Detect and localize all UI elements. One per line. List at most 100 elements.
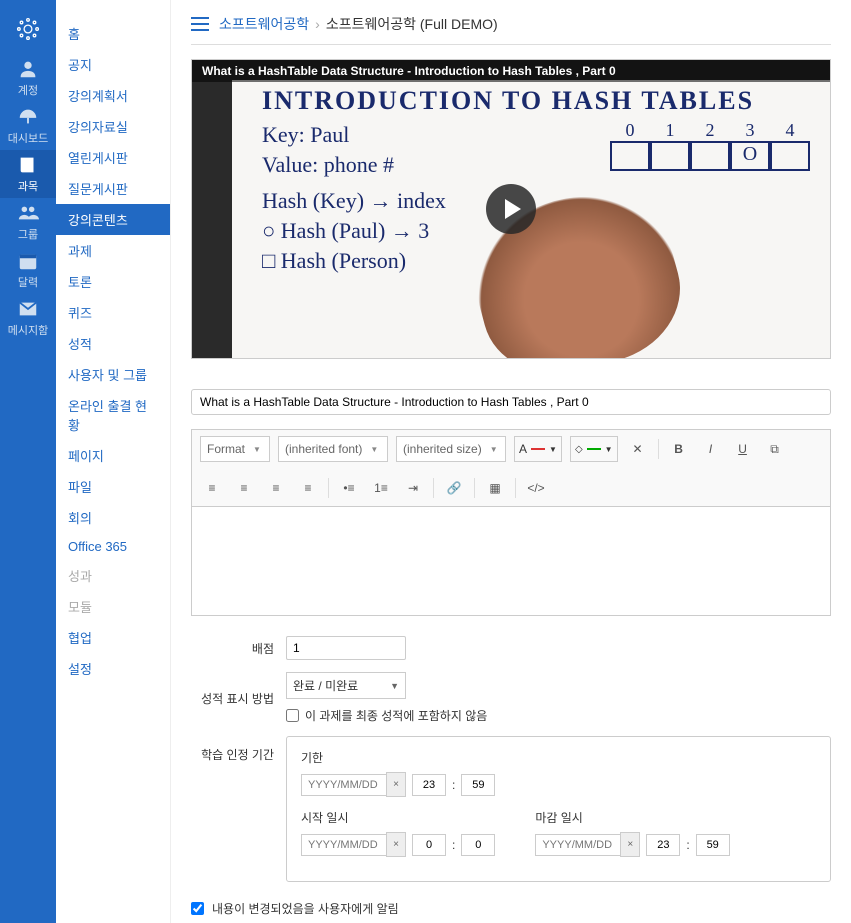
divider <box>191 44 831 45</box>
align-justify-button[interactable]: ≡ <box>296 476 320 500</box>
nav-account[interactable]: 계정 <box>0 54 56 102</box>
groups-icon <box>17 202 39 224</box>
start-min-input[interactable] <box>461 834 495 856</box>
text-color-button[interactable]: A▼ <box>514 436 562 462</box>
nav-calendar[interactable]: 달력 <box>0 246 56 294</box>
inbox-icon <box>17 298 39 320</box>
nav-inbox[interactable]: 메시지함 <box>0 294 56 342</box>
start-label: 시작 일시 <box>301 809 495 826</box>
end-hour-input[interactable] <box>646 834 680 856</box>
course-nav-item[interactable]: 사용자 및 그룹 <box>56 359 170 390</box>
grade-method-select[interactable]: 완료 / 미완료 <box>286 672 406 699</box>
course-nav-item[interactable]: 퀴즈 <box>56 297 170 328</box>
score-label: 배점 <box>191 640 286 657</box>
align-left-button[interactable]: ≡ <box>200 476 224 500</box>
breadcrumb-course[interactable]: 소프트웨어공학 <box>219 14 309 34</box>
course-nav-item[interactable]: 회의 <box>56 502 170 533</box>
course-nav-item[interactable]: 모듈 <box>56 591 170 622</box>
course-nav-item[interactable]: 홈 <box>56 18 170 49</box>
italic-button[interactable]: I <box>699 437 723 461</box>
nav-courses-label: 과목 <box>18 178 38 194</box>
notify-label: 내용이 변경되었음을 사용자에게 알림 <box>212 900 399 917</box>
course-nav-item[interactable]: 강의계획서 <box>56 80 170 111</box>
nav-dashboard[interactable]: 대시보드 <box>0 102 56 150</box>
breadcrumb: 소프트웨어공학 › 소프트웨어공학 (Full DEMO) <box>191 14 831 34</box>
due-min-input[interactable] <box>461 774 495 796</box>
clear-icon[interactable]: × <box>386 832 406 857</box>
nav-calendar-label: 달력 <box>18 274 38 290</box>
due-label: 기한 <box>301 749 816 766</box>
course-nav-item[interactable]: 성적 <box>56 328 170 359</box>
clear-icon[interactable]: × <box>620 832 640 857</box>
due-date-input[interactable] <box>301 774 386 796</box>
course-nav-item[interactable]: 협업 <box>56 622 170 653</box>
table-button[interactable]: ▦ <box>483 476 507 500</box>
editor-body[interactable] <box>191 506 831 616</box>
content-title-input[interactable] <box>191 389 831 415</box>
align-right-button[interactable]: ≡ <box>264 476 288 500</box>
breadcrumb-sep: › <box>315 16 320 32</box>
exclude-label: 이 과제를 최종 성적에 포함하지 않음 <box>305 707 487 724</box>
font-select[interactable]: (inherited font) <box>278 436 388 462</box>
grade-method-label: 성적 표시 방법 <box>191 690 286 707</box>
period-box: 기한 × : 시작 일시 <box>286 736 831 882</box>
course-nav-item[interactable]: Office 365 <box>56 533 170 560</box>
end-date-input[interactable] <box>535 834 620 856</box>
course-nav-item[interactable]: 열린게시판 <box>56 142 170 173</box>
app-logo-icon <box>15 16 41 42</box>
score-input[interactable] <box>286 636 406 660</box>
nav-groups-label: 그룹 <box>18 226 38 242</box>
period-label: 학습 인정 기간 <box>191 736 286 763</box>
main-content: 소프트웨어공학 › 소프트웨어공학 (Full DEMO) INTRODUCTI… <box>171 0 851 923</box>
course-nav-item[interactable]: 토론 <box>56 266 170 297</box>
start-date-input[interactable] <box>301 834 386 856</box>
nav-courses[interactable]: 과목 <box>0 150 56 198</box>
book-icon <box>17 154 39 176</box>
course-nav-item[interactable]: 성과 <box>56 560 170 591</box>
end-min-input[interactable] <box>696 834 730 856</box>
dashboard-icon <box>17 106 39 128</box>
course-nav-item[interactable]: 페이지 <box>56 440 170 471</box>
user-icon <box>17 58 39 80</box>
course-nav-item[interactable]: 강의자료실 <box>56 111 170 142</box>
course-nav-item[interactable]: 과제 <box>56 235 170 266</box>
nav-account-label: 계정 <box>18 82 38 98</box>
calendar-icon <box>17 250 39 272</box>
bg-color-button[interactable]: ◇▼ <box>570 436 618 462</box>
course-nav-item[interactable]: 온라인 출결 현황 <box>56 390 170 440</box>
nav-dashboard-label: 대시보드 <box>8 130 48 146</box>
video-title-overlay: What is a HashTable Data Structure - Int… <box>192 60 830 82</box>
course-nav-item[interactable]: 공지 <box>56 49 170 80</box>
align-center-button[interactable]: ≡ <box>232 476 256 500</box>
breadcrumb-page: 소프트웨어공학 (Full DEMO) <box>326 14 498 34</box>
course-nav-item[interactable]: 강의콘텐츠 <box>56 204 170 235</box>
format-select[interactable]: Format <box>200 436 270 462</box>
link-icon[interactable]: ⧉ <box>763 437 787 461</box>
course-nav-item[interactable]: 파일 <box>56 471 170 502</box>
start-hour-input[interactable] <box>412 834 446 856</box>
editor-toolbar: Format (inherited font) (inherited size)… <box>191 429 831 506</box>
clear-icon[interactable]: × <box>386 772 406 797</box>
underline-button[interactable]: U <box>731 437 755 461</box>
course-nav: 홈공지강의계획서강의자료실열린게시판질문게시판강의콘텐츠과제토론퀴즈성적사용자 … <box>56 0 171 923</box>
notify-checkbox[interactable] <box>191 902 204 915</box>
nav-inbox-label: 메시지함 <box>8 322 48 338</box>
course-nav-item[interactable]: 설정 <box>56 653 170 684</box>
exclude-checkbox[interactable] <box>286 709 299 722</box>
indent-button[interactable]: ⇥ <box>401 476 425 500</box>
ul-button[interactable]: •≡ <box>337 476 361 500</box>
course-nav-item[interactable]: 질문게시판 <box>56 173 170 204</box>
video-preview[interactable]: INTRODUCTION TO HASH TABLES Key: Paul Va… <box>191 59 831 359</box>
due-hour-input[interactable] <box>412 774 446 796</box>
insert-link-button[interactable]: 🔗 <box>442 476 466 500</box>
wb-table: 01234 <box>610 120 810 171</box>
clear-format-button[interactable]: ✕ <box>626 437 650 461</box>
code-button[interactable]: </> <box>524 476 548 500</box>
play-button[interactable] <box>486 184 536 234</box>
menu-toggle-icon[interactable] <box>191 17 209 31</box>
bold-button[interactable]: B <box>667 437 691 461</box>
ol-button[interactable]: 1≡ <box>369 476 393 500</box>
size-select[interactable]: (inherited size) <box>396 436 506 462</box>
nav-groups[interactable]: 그룹 <box>0 198 56 246</box>
end-label: 마감 일시 <box>535 809 729 826</box>
